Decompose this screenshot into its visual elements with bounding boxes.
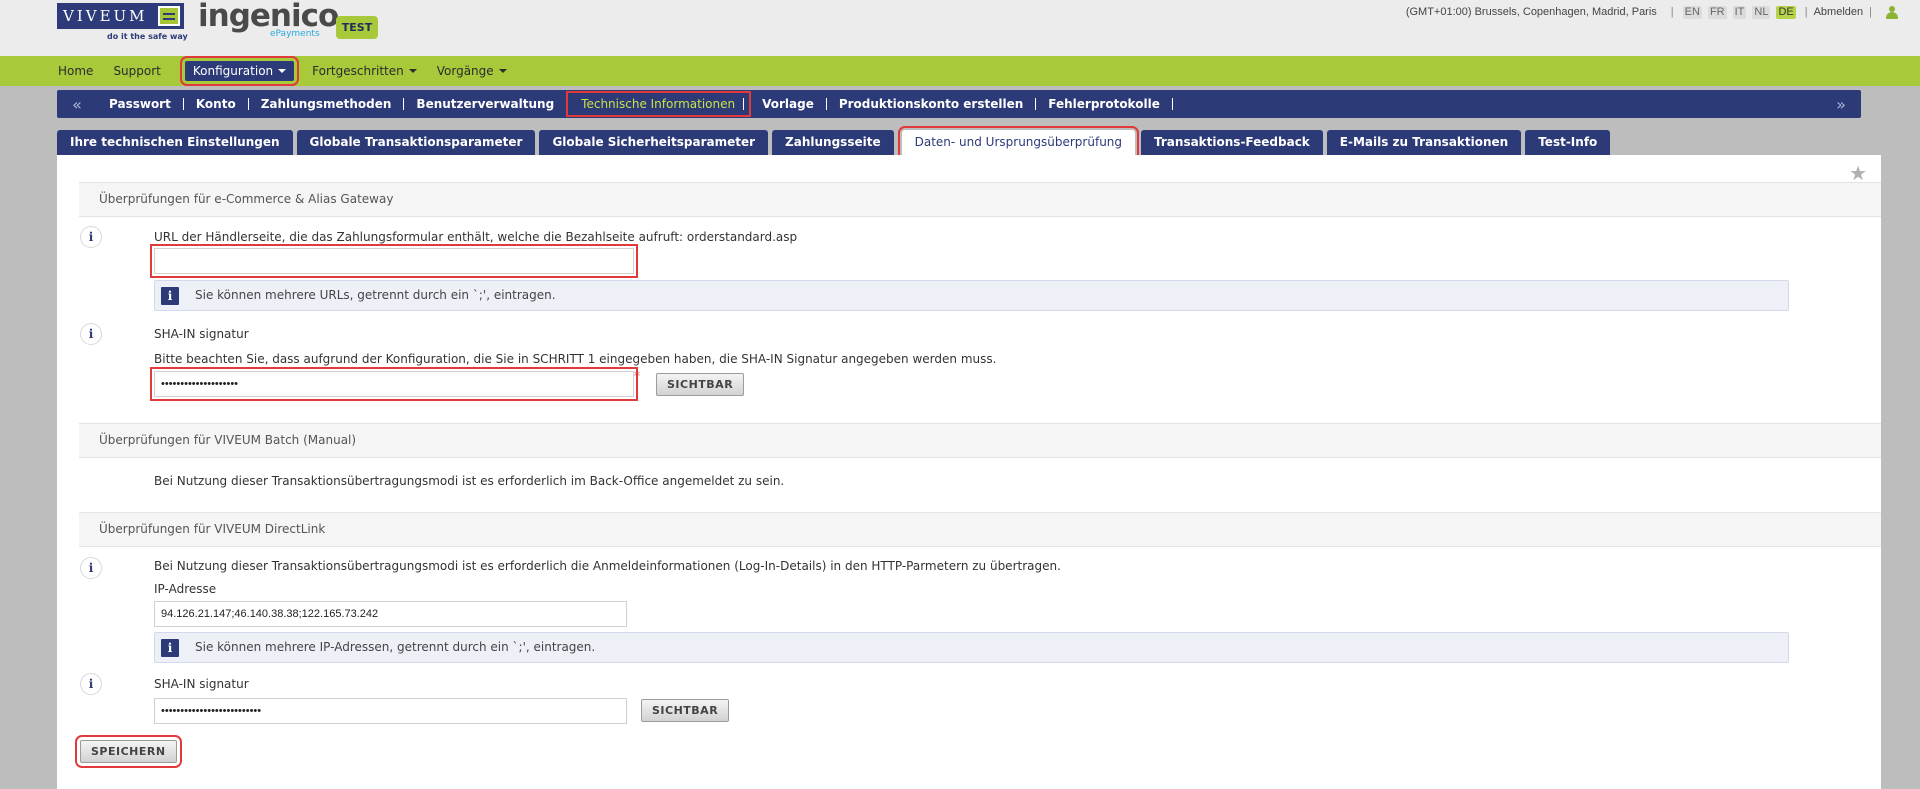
divider: | (1670, 6, 1674, 18)
chevron-down-icon (278, 69, 287, 73)
mainnav-konfiguration-label: Konfiguration (192, 64, 274, 78)
tab-emails-transaktionen[interactable]: E-Mails zu Transaktionen (1326, 130, 1522, 155)
content-panel: ★ Überprüfungen für e-Commerce & Alias G… (57, 155, 1881, 789)
section-ecommerce-heading: Überprüfungen für e-Commerce & Alias Gat… (79, 182, 1881, 217)
ingenico-logo: ingenico ePayments (198, 0, 339, 44)
required-marker: * (634, 369, 640, 383)
env-badge: TEST (336, 16, 378, 39)
mainnav-vorgaenge-label: Vorgänge (436, 64, 494, 78)
url-hint-text: Sie können mehrere URLs, getrennt durch … (195, 288, 556, 302)
mainnav-vorgaenge[interactable]: Vorgänge (437, 64, 507, 78)
section-directlink-heading: Überprüfungen für VIVEUM DirectLink (79, 512, 1881, 547)
viveum-logo[interactable]: VIVEUM do it the safe way (57, 3, 188, 43)
chevron-down-icon (408, 69, 417, 73)
tab-daten-ursprungspruefung[interactable]: Daten- und Ursprungsüberprüfung (897, 126, 1140, 159)
scroll-right-icon[interactable]: » (1821, 95, 1861, 114)
user-icon[interactable] (1886, 5, 1898, 19)
divider: | (1804, 6, 1808, 18)
mainnav-support[interactable]: Support (113, 64, 160, 78)
sha-note: Bitte beachten Sie, dass aufgrund der Ko… (154, 352, 997, 366)
info-icon: i (161, 639, 179, 657)
ip-label: IP-Adresse (154, 582, 217, 596)
tab-test-info[interactable]: Test-Info (1525, 130, 1611, 155)
merchant-url-input[interactable] (150, 244, 638, 278)
ip-hint-box: i Sie können mehrere IP-Adressen, getren… (154, 632, 1789, 663)
sha-in-input[interactable]: •••••••••••••••••••• (150, 367, 638, 401)
subnav-vorlage[interactable]: Vorlage (750, 98, 827, 110)
tab-bar: Ihre technischen Einstellungen Globale T… (57, 126, 1614, 159)
lang-fr[interactable]: FR (1707, 5, 1727, 19)
lang-en[interactable]: EN (1682, 5, 1702, 19)
show-directlink-sha-button[interactable]: SICHTBAR (641, 699, 730, 722)
info-icon[interactable]: i (80, 557, 102, 579)
timezone-label: (GMT+01:00) Brussels, Copenhagen, Madrid… (1405, 6, 1657, 18)
tab-technische-einstellungen[interactable]: Ihre technischen Einstellungen (57, 130, 293, 155)
scroll-left-icon[interactable]: « (57, 95, 97, 114)
ip-hint-text: Sie können mehrere IP-Adressen, getrennt… (195, 640, 596, 654)
info-icon: i (161, 287, 179, 305)
sub-nav: « Passwort Konto Zahlungsmethoden Benutz… (57, 90, 1861, 118)
ip-address-input[interactable]: 94.126.21.147;46.140.38.38;122.165.73.24… (154, 601, 627, 627)
header-utilities: (GMT+01:00) Brussels, Copenhagen, Madrid… (1406, 0, 1920, 24)
lang-de[interactable]: DE (1776, 5, 1796, 19)
subnav-konto[interactable]: Konto (184, 98, 249, 110)
directlink-note: Bei Nutzung dieser Transaktionsübertragu… (154, 559, 1061, 573)
directlink-sha-label: SHA-IN signatur (154, 677, 249, 691)
header: VIVEUM do it the safe way ingenico ePaym… (0, 0, 1920, 56)
mainnav-fortgeschritten[interactable]: Fortgeschritten (312, 64, 417, 78)
mainnav-konfiguration[interactable]: Konfiguration (179, 56, 300, 86)
info-icon[interactable]: i (80, 226, 102, 248)
viveum-tagline: do it the safe way (107, 32, 188, 41)
info-icon[interactable]: i (80, 323, 102, 345)
subnav-passwort[interactable]: Passwort (97, 98, 184, 110)
tab-zahlungsseite[interactable]: Zahlungsseite (772, 130, 894, 155)
directlink-sha-input[interactable]: •••••••••••••••••••••••••• (154, 698, 627, 724)
mainnav-fortgeschritten-label: Fortgeschritten (312, 64, 404, 78)
tab-transaktionsparameter[interactable]: Globale Transaktionsparameter (296, 130, 536, 155)
show-sha-button[interactable]: SICHTBAR (656, 373, 745, 396)
divider: | (1869, 6, 1872, 18)
subnav-technische-informationen[interactable]: Technische Informationen (566, 91, 752, 117)
ingenico-logo-sub: ePayments (270, 29, 320, 39)
batch-note: Bei Nutzung dieser Transaktionsübertragu… (154, 474, 785, 488)
main-nav: Home Support Konfiguration Fortgeschritt… (0, 56, 1920, 86)
logout-link[interactable]: Abmelden (1814, 6, 1864, 18)
tab-transaktions-feedback[interactable]: Transaktions-Feedback (1141, 130, 1323, 155)
url-label: URL der Händlerseite, die das Zahlungsfo… (154, 230, 798, 244)
lang-it[interactable]: IT (1732, 5, 1747, 19)
save-button[interactable]: SPEICHERN (75, 735, 182, 768)
subnav-fehlerprotokolle[interactable]: Fehlerprotokolle (1036, 98, 1173, 110)
viveum-mark-icon (158, 6, 180, 26)
subnav-produktionskonto[interactable]: Produktionskonto erstellen (827, 98, 1037, 110)
url-hint-box: i Sie können mehrere URLs, getrennt durc… (154, 280, 1789, 311)
mainnav-home[interactable]: Home (58, 64, 93, 78)
info-icon[interactable]: i (80, 673, 102, 695)
subnav-zahlungsmethoden[interactable]: Zahlungsmethoden (249, 98, 405, 110)
subnav-benutzerverwaltung[interactable]: Benutzerverwaltung (404, 98, 568, 110)
tab-sicherheitsparameter[interactable]: Globale Sicherheitsparameter (539, 130, 769, 155)
chevron-down-icon (498, 69, 507, 73)
section-batch-heading: Überprüfungen für VIVEUM Batch (Manual) (79, 423, 1881, 458)
sha-label: SHA-IN signatur (154, 327, 249, 341)
lang-nl[interactable]: NL (1752, 5, 1771, 19)
